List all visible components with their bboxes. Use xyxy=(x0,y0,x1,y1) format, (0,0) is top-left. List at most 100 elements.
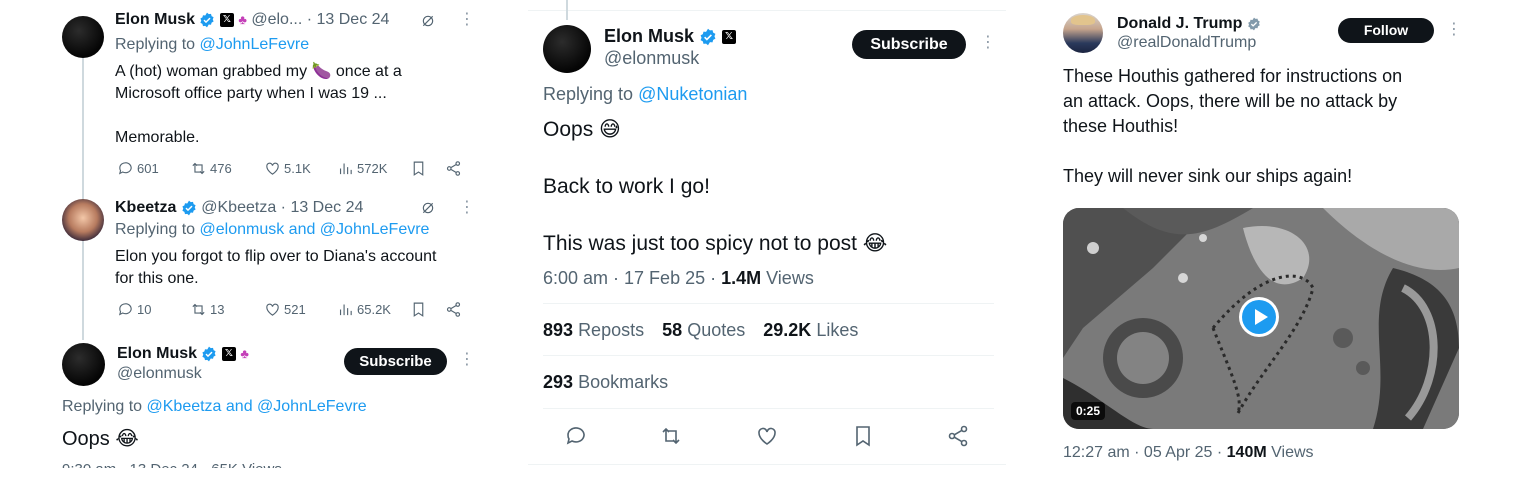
tweet-text: These Houthis gathered for instructions … xyxy=(1063,66,1403,186)
more-options-icon[interactable]: ⋮ xyxy=(459,200,475,216)
engagement-stats: 893 Reposts 58 Quotes 29.2K Likes xyxy=(543,320,858,341)
tweet-header: Donald J. Trump xyxy=(1117,14,1261,34)
share-button[interactable] xyxy=(445,160,462,177)
x-affiliate-badge-icon: 𝕏 xyxy=(722,30,737,45)
repost-icon xyxy=(192,162,205,175)
share-button[interactable] xyxy=(946,424,970,448)
more-options-icon[interactable]: ⋮ xyxy=(1446,22,1462,38)
author-handle[interactable]: @realDonaldTrump xyxy=(1117,34,1256,52)
video-duration: 0:25 xyxy=(1071,402,1106,420)
tweet-meta: 6:00 am · 17 Feb 25 · 1.4M Views xyxy=(543,268,814,288)
replying-to: Replying to @elonmusk and @JohnLeFevre xyxy=(115,221,430,238)
views-button[interactable]: 572K xyxy=(337,160,387,177)
handle-date: @Kbeetza · 13 Dec 24 xyxy=(201,199,364,216)
top-divider xyxy=(528,10,1006,11)
verified-badge-icon xyxy=(700,29,716,46)
bookmark-button[interactable] xyxy=(851,424,875,448)
like-button[interactable]: 521 xyxy=(264,301,306,318)
tweet-detail-panel-right: Donald J. Trump @realDonaldTrump Follow … xyxy=(1045,0,1536,489)
views-icon xyxy=(339,163,352,175)
share-icon xyxy=(446,302,461,317)
avatar[interactable] xyxy=(1063,13,1103,53)
replying-to-link[interactable]: @elonmusk and @JohnLeFevre xyxy=(200,221,430,238)
avatar[interactable] xyxy=(543,25,591,73)
replying-to-link[interactable]: @Kbeetza and @JohnLeFevre xyxy=(147,398,367,415)
share-button[interactable] xyxy=(445,301,462,318)
grok-icon[interactable] xyxy=(421,201,435,220)
more-options-icon[interactable]: ⋮ xyxy=(459,352,475,368)
tweet-meta-cut: 9:30 am · 13 Dec 24 · 65K Views xyxy=(62,461,282,468)
follow-button[interactable]: Follow xyxy=(1338,18,1434,43)
likes-stat[interactable]: 29.2K Likes xyxy=(763,320,858,340)
author-name[interactable]: Elon Musk xyxy=(117,345,197,362)
tweet-actions: 10 13 521 65.2K xyxy=(117,301,467,321)
author-handle[interactable]: @elonmusk xyxy=(604,48,699,69)
repost-icon xyxy=(662,427,680,445)
avatar[interactable] xyxy=(62,343,105,386)
video-player[interactable]: 0:25 xyxy=(1063,208,1459,429)
reply-button[interactable] xyxy=(564,424,588,448)
repost-button[interactable]: 476 xyxy=(190,160,232,177)
bottom-divider xyxy=(528,464,1006,465)
like-button[interactable] xyxy=(755,424,779,448)
views-count: 1.4M xyxy=(721,268,762,288)
tweet-text: Oops 😅 Back to work I go! This was just … xyxy=(543,118,888,255)
bookmark-button[interactable] xyxy=(410,301,427,318)
bookmarks-stat[interactable]: 293 Bookmarks xyxy=(543,372,668,393)
organization-badge-icon: ♣ xyxy=(238,12,247,27)
tweet-text: Oops 😂 xyxy=(62,428,139,450)
subscribe-button[interactable]: Subscribe xyxy=(344,348,447,375)
reply-icon xyxy=(566,427,585,445)
tweet-detail-panel-middle: Elon Musk 𝕏 @elonmusk Subscribe ⋮ Replyi… xyxy=(528,0,1008,489)
tweet-actions: 601 476 5.1K 572K xyxy=(117,160,467,180)
divider xyxy=(543,303,994,304)
author-name[interactable]: Donald J. Trump xyxy=(1117,15,1242,32)
bookmark-icon xyxy=(856,426,870,447)
play-icon xyxy=(1242,300,1276,334)
thread-connector-line xyxy=(566,0,568,20)
verified-badge-icon xyxy=(200,12,215,28)
share-icon xyxy=(948,425,968,447)
replying-to: Replying to @Nuketonian xyxy=(543,84,748,104)
replying-to-link[interactable]: @JohnLeFevre xyxy=(200,36,310,53)
replying-to: Replying to @JohnLeFevre xyxy=(115,36,310,53)
thread-panel-left: Elon Musk 𝕏 ♣ @elo... · 13 Dec 24 ⋮ Repl… xyxy=(0,0,500,489)
divider xyxy=(543,408,994,409)
heart-icon xyxy=(266,162,279,175)
author-name[interactable]: Kbeetza xyxy=(115,199,176,216)
more-options-icon[interactable]: ⋮ xyxy=(980,35,996,51)
tweet-header: Kbeetza @Kbeetza · 13 Dec 24 xyxy=(115,198,363,218)
play-button[interactable] xyxy=(1239,297,1279,337)
views-button[interactable]: 65.2K xyxy=(337,301,391,318)
reply-icon xyxy=(118,162,132,175)
author-handle[interactable]: @elonmusk xyxy=(117,365,202,383)
views-count: 140M xyxy=(1226,444,1267,461)
reposts-stat[interactable]: 893 Reposts xyxy=(543,320,644,340)
heart-icon xyxy=(266,303,279,316)
reply-button[interactable]: 601 xyxy=(117,160,159,177)
author-name[interactable]: Elon Musk xyxy=(115,11,195,28)
grok-icon[interactable] xyxy=(421,14,435,33)
organization-badge-icon: ♣ xyxy=(240,346,249,361)
tweet-actions xyxy=(564,424,984,450)
verified-badge-icon xyxy=(202,346,217,362)
replying-to-link[interactable]: @Nuketonian xyxy=(638,84,747,104)
repost-button[interactable] xyxy=(659,424,683,448)
verified-badge-icon xyxy=(182,200,196,216)
subscribe-button[interactable]: Subscribe xyxy=(852,30,966,59)
more-options-icon[interactable]: ⋮ xyxy=(459,12,475,28)
bookmark-icon xyxy=(413,161,424,176)
avatar[interactable] xyxy=(62,199,104,241)
avatar[interactable] xyxy=(62,16,104,58)
quotes-stat[interactable]: 58 Quotes xyxy=(662,320,745,340)
x-affiliate-badge-icon: 𝕏 xyxy=(221,346,236,361)
handle-date: @elo... · 13 Dec 24 xyxy=(251,11,390,28)
bookmark-icon xyxy=(413,302,424,317)
repost-button[interactable]: 13 xyxy=(190,301,224,318)
author-name[interactable]: Elon Musk xyxy=(604,26,694,46)
reply-button[interactable]: 10 xyxy=(117,301,151,318)
like-button[interactable]: 5.1K xyxy=(264,160,311,177)
bookmark-button[interactable] xyxy=(410,160,427,177)
tweet-header: Elon Musk 𝕏 xyxy=(604,25,737,47)
tweet-meta: 12:27 am · 05 Apr 25 · 140M Views xyxy=(1063,444,1314,461)
